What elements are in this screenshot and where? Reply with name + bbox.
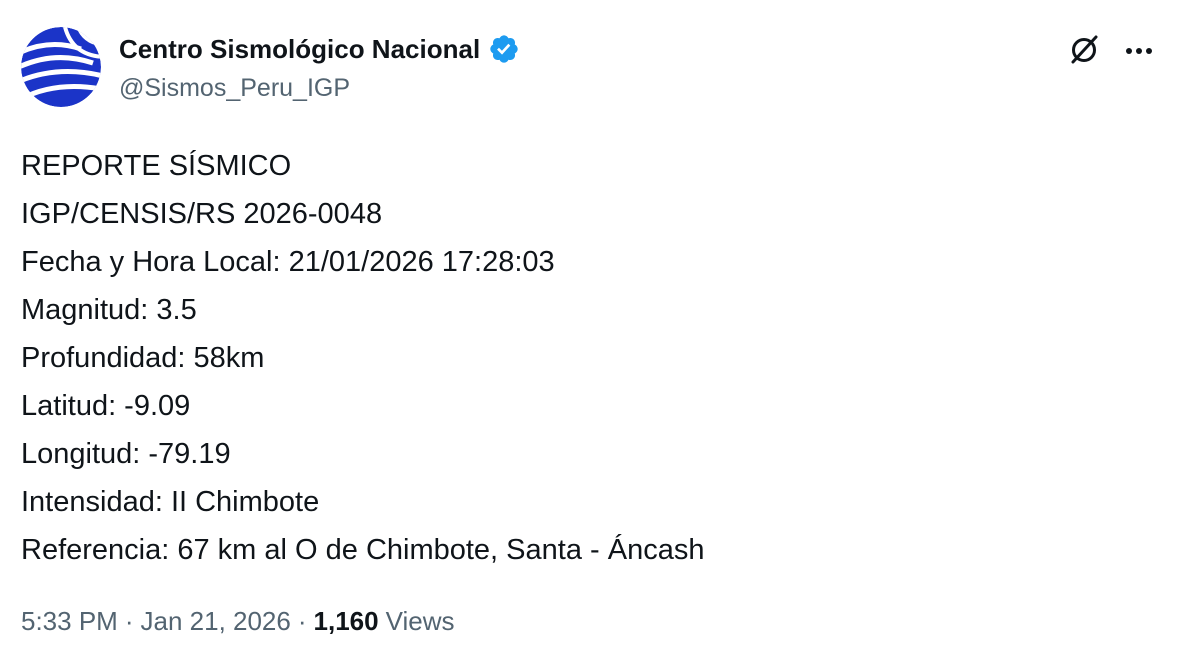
- post-line: Profundidad: 58km: [21, 342, 265, 374]
- meta-separator: ·: [124, 606, 134, 636]
- post-time: 5:33 PM: [21, 606, 118, 636]
- post-line: Intensidad: II Chimbote: [21, 486, 320, 518]
- author-name-row: Centro Sismológico Nacional: [119, 33, 520, 65]
- post-line: Latitud: -9.09: [21, 390, 191, 422]
- author-display-name[interactable]: Centro Sismológico Nacional: [119, 34, 480, 65]
- post-meta: 5:33 PM · Jan 21, 2026 · 1,160 Views: [21, 606, 455, 637]
- post-timestamp[interactable]: 5:33 PM · Jan 21, 2026: [21, 606, 291, 637]
- avatar[interactable]: [21, 27, 101, 107]
- tweet: Centro Sismológico Nacional @Sismos_Peru…: [0, 0, 1200, 661]
- post-date: Jan 21, 2026: [140, 606, 291, 636]
- post-line: Fecha y Hora Local: 21/01/2026 17:28:03: [21, 246, 555, 278]
- grok-icon[interactable]: [1066, 32, 1102, 68]
- post-line: Magnitud: 3.5: [21, 294, 197, 326]
- post-line: IGP/CENSIS/RS 2026-0048: [21, 198, 383, 230]
- igp-logo-icon: [21, 27, 101, 107]
- author-handle[interactable]: @Sismos_Peru_IGP: [119, 74, 350, 103]
- meta-separator: ·: [297, 606, 307, 636]
- post-text: REPORTE SÍSMICO IGP/CENSIS/RS 2026-0048 …: [21, 142, 704, 574]
- post-line: Referencia: 67 km al O de Chimbote, Sant…: [21, 534, 705, 566]
- views-count[interactable]: 1,160: [314, 606, 379, 637]
- more-options-icon[interactable]: [1121, 33, 1157, 69]
- post-line: REPORTE SÍSMICO: [21, 150, 292, 182]
- verified-badge-icon[interactable]: [488, 33, 520, 65]
- views-label: Views: [385, 606, 455, 636]
- post-line: Longitud: -79.19: [21, 438, 231, 470]
